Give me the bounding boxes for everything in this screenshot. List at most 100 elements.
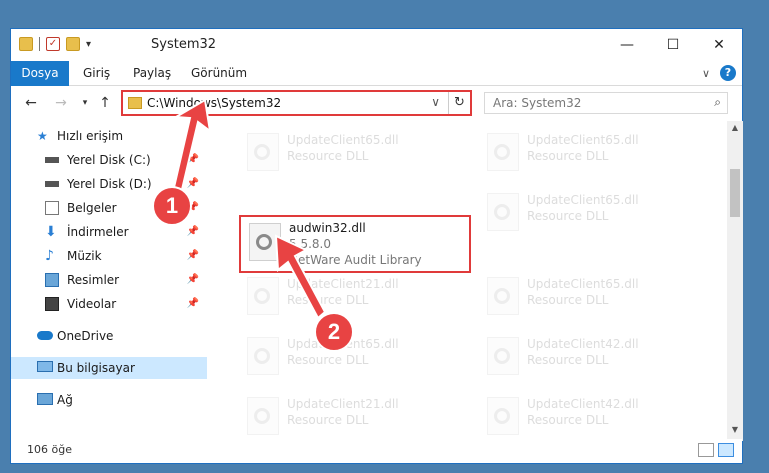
tab-file[interactable]: Dosya [11, 61, 69, 86]
file-name: UpdateClient21.dll [287, 397, 399, 411]
dll-file-icon [487, 337, 519, 375]
file-tile[interactable]: UpdateClient21.dll Resource DLL [239, 391, 459, 441]
pin-icon[interactable]: 📌 [187, 173, 199, 195]
file-description: Resource DLL [287, 149, 369, 163]
details-view-icon[interactable] [698, 443, 714, 457]
vertical-scrollbar[interactable]: ▲ ▼ [727, 121, 743, 441]
customize-toolbar-icon[interactable]: ▾ [86, 39, 91, 50]
gear-icon [494, 144, 510, 160]
videos-icon [45, 297, 59, 311]
file-tile[interactable]: UpdateClient42.dll Resource DLL [479, 331, 699, 381]
sidebar-item-quick-access[interactable]: ★ Hızlı erişim [11, 125, 207, 147]
file-tile[interactable]: UpdateClient42.dll Resource DLL [479, 391, 699, 441]
drive-icon [45, 181, 59, 187]
folder-icon [128, 97, 142, 109]
dll-file-icon [247, 277, 279, 315]
forward-button[interactable]: → [51, 93, 71, 113]
documents-icon [45, 201, 59, 215]
sidebar-item-label: Yerel Disk (C:) [67, 153, 151, 167]
file-name: UpdateClient65.dll [287, 133, 399, 147]
highlighted-file-tile[interactable]: audwin32.dll 5.5.8.0 NetWare Audit Libra… [239, 215, 471, 273]
back-button[interactable]: ← [21, 93, 41, 113]
pin-icon[interactable]: 📌 [187, 245, 199, 267]
file-tile[interactable]: audwin32.dll 5.5.8.0 NetWare Audit Libra… [241, 217, 461, 267]
maximize-button[interactable]: ☐ [650, 29, 696, 61]
file-name: UpdateClient21.dll [287, 277, 399, 291]
ribbon-tabs: Dosya Giriş Paylaş Görünüm ∨ ? [11, 61, 742, 86]
tab-view[interactable]: Görünüm [191, 61, 247, 86]
file-name: UpdateClient65.dll [527, 193, 639, 207]
sidebar-item-drive-c[interactable]: Yerel Disk (C:) 📌 [11, 149, 207, 171]
sidebar-item-this-pc[interactable]: Bu bilgisayar [11, 357, 207, 379]
up-button[interactable]: ↑ [95, 93, 115, 113]
quick-access-toolbar: ✓ ▾ [19, 37, 91, 51]
pin-icon[interactable]: 📌 [187, 149, 199, 171]
tab-share[interactable]: Paylaş [133, 61, 171, 86]
sidebar-item-label: Bu bilgisayar [57, 361, 135, 375]
file-tile[interactable]: UpdateClient21.dll Resource DLL [239, 271, 459, 321]
dll-file-icon [247, 337, 279, 375]
file-description: Resource DLL [287, 413, 369, 427]
sidebar-item-label: Hızlı erişim [57, 129, 124, 143]
callout-badge-2: 2 [314, 312, 354, 352]
file-description: Resource DLL [287, 353, 369, 367]
pin-icon[interactable]: 📌 [187, 269, 199, 291]
dll-file-icon [487, 133, 519, 171]
pin-icon[interactable]: 📌 [187, 293, 199, 315]
item-count: 106 öğe [27, 443, 72, 456]
gear-icon [494, 408, 510, 424]
close-button[interactable]: ✕ [696, 29, 742, 61]
gear-icon [254, 408, 270, 424]
properties-icon[interactable]: ✓ [46, 37, 60, 51]
file-tile[interactable]: UpdateClient65.dll Resource DLL [479, 187, 699, 237]
file-description: Resource DLL [527, 149, 609, 163]
cloud-icon [37, 331, 53, 340]
search-box[interactable]: Ara: System32 ⌕ [484, 92, 728, 114]
gear-icon [494, 204, 510, 220]
file-name: UpdateClient42.dll [527, 397, 639, 411]
address-dropdown-icon[interactable]: ∨ [431, 95, 440, 109]
minimize-button[interactable]: — [604, 29, 650, 61]
sidebar-item-pictures[interactable]: Resimler 📌 [11, 269, 207, 291]
address-path[interactable]: C:\Windows\System32 [147, 96, 281, 110]
expand-ribbon-icon[interactable]: ∨ [702, 67, 710, 80]
gear-icon [254, 288, 270, 304]
pictures-icon [45, 273, 59, 287]
file-tile[interactable]: UpdateClient65.dll Resource DLL [479, 271, 699, 321]
address-bar[interactable]: C:\Windows\System32 ∨ ↻ [121, 90, 472, 116]
scroll-down-icon[interactable]: ▼ [727, 425, 743, 439]
sidebar-item-label: Yerel Disk (D:) [67, 177, 152, 191]
file-tile[interactable]: UpdateClient65.dll Resource DLL [479, 127, 699, 177]
drive-icon [45, 157, 59, 163]
search-input[interactable]: Ara: System32 [493, 96, 581, 110]
gear-icon [494, 348, 510, 364]
sidebar-item-music[interactable]: ♪ Müzik 📌 [11, 245, 207, 267]
callout-badge-1: 1 [152, 186, 192, 226]
sidebar-item-label: Resimler [67, 273, 120, 287]
file-description: Resource DLL [527, 209, 609, 223]
file-version: 5.5.8.0 [289, 237, 331, 251]
music-icon: ♪ [45, 248, 54, 264]
file-description: Resource DLL [527, 353, 609, 367]
scrollbar-thumb[interactable] [730, 169, 740, 217]
tiles-view-icon[interactable] [718, 443, 734, 457]
network-icon [37, 393, 53, 405]
scroll-up-icon[interactable]: ▲ [727, 123, 743, 137]
refresh-icon[interactable]: ↻ [448, 92, 470, 114]
file-tile[interactable]: UpdateClient65.dll Resource DLL [239, 127, 459, 177]
recent-locations-button[interactable]: ▾ [75, 93, 95, 113]
help-icon[interactable]: ? [720, 65, 736, 81]
file-name: audwin32.dll [289, 221, 366, 235]
gear-icon [256, 234, 272, 250]
file-description: Resource DLL [287, 293, 369, 307]
folder-icon[interactable] [19, 37, 33, 51]
navigation-pane: ★ Hızlı erişim Yerel Disk (C:) 📌 Yerel D… [11, 125, 207, 435]
tab-home[interactable]: Giriş [83, 61, 110, 86]
search-icon[interactable]: ⌕ [714, 95, 721, 110]
pin-icon[interactable]: 📌 [187, 221, 199, 243]
sidebar-item-network[interactable]: Ağ [11, 389, 207, 411]
explorer-window: ✓ ▾ System32 — ☐ ✕ Dosya Giriş Paylaş Gö… [10, 28, 743, 464]
new-folder-icon[interactable] [66, 37, 80, 51]
sidebar-item-videos[interactable]: Videolar 📌 [11, 293, 207, 315]
sidebar-item-onedrive[interactable]: OneDrive [11, 325, 207, 347]
